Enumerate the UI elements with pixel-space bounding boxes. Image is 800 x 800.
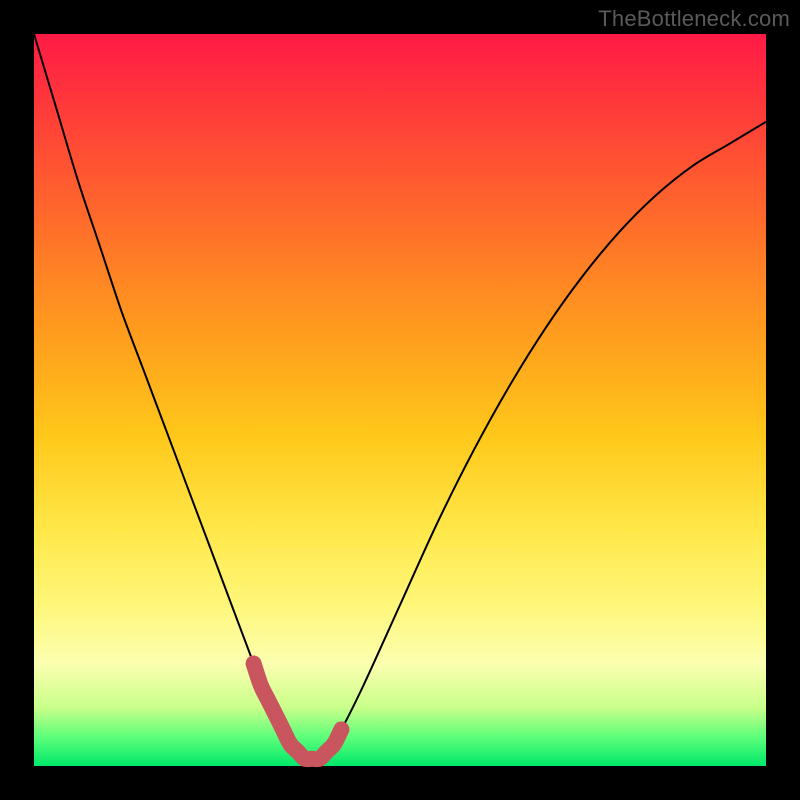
optimal-range-highlight-line	[254, 664, 342, 760]
watermark-text: TheBottleneck.com	[598, 6, 790, 32]
chart-svg	[34, 34, 766, 766]
plot-area	[34, 34, 766, 766]
bottleneck-curve-line	[34, 34, 766, 759]
outer-frame: TheBottleneck.com	[0, 0, 800, 800]
